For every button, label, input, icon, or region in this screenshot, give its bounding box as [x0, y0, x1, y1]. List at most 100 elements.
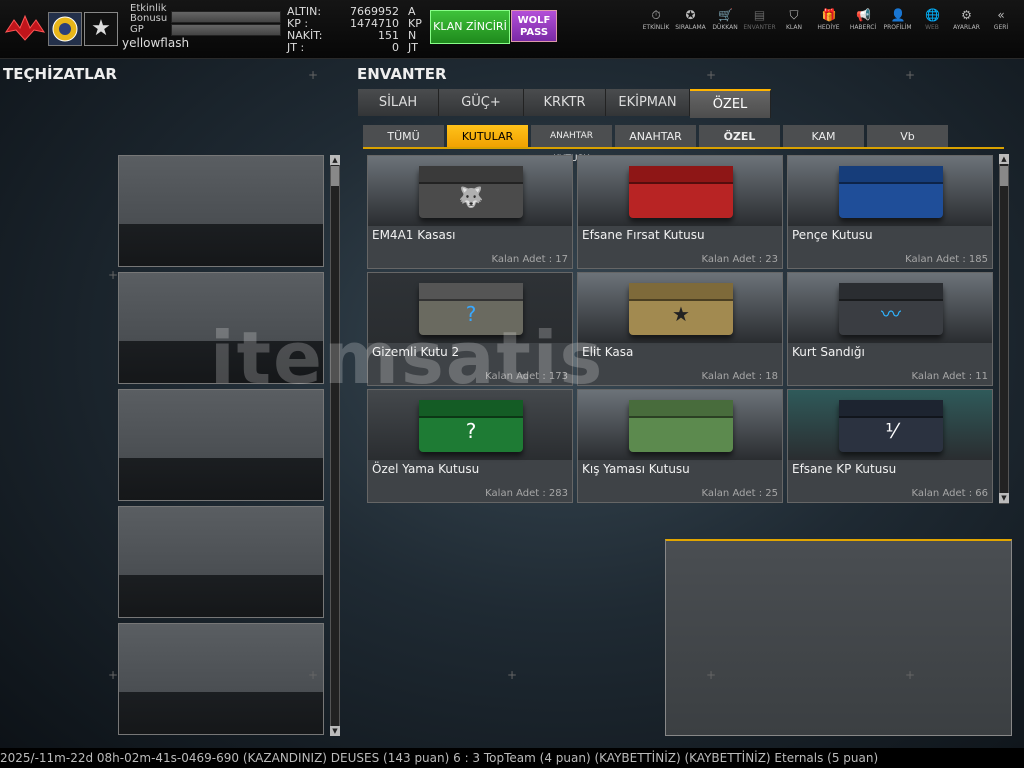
- tab-1[interactable]: GÜÇ+: [439, 89, 524, 116]
- item-count: Kalan Adet : 11: [911, 371, 988, 382]
- item-count: Kalan Adet : 25: [701, 488, 778, 499]
- item-card[interactable]: Kış Yaması Kutusu Kalan Adet : 25: [577, 389, 783, 503]
- nav-label: GERİ: [993, 24, 1009, 31]
- item-image: ★: [578, 273, 782, 343]
- decor-plus: +: [108, 268, 119, 282]
- decor-plus: +: [507, 668, 518, 682]
- nav-shield[interactable]: ⛉ KLAN: [776, 8, 812, 31]
- subtab-4[interactable]: ÖZEL EŞYALAR: [699, 125, 780, 166]
- subtab-0[interactable]: TÜMÜ: [363, 125, 444, 148]
- item-box-icon: [629, 166, 733, 218]
- nav-inventory[interactable]: ▤ ENVANTER: [742, 8, 778, 31]
- decor-plus: +: [905, 68, 916, 82]
- decor-plus: +: [308, 68, 319, 82]
- tab-3[interactable]: EKİPMAN: [606, 89, 690, 116]
- nav-gear[interactable]: ⚙ AYARLAR: [949, 8, 985, 31]
- nav-stopwatch[interactable]: ⏱ ETKİNLİK: [638, 8, 674, 31]
- nav-gift[interactable]: 🎁 HEDİYE: [811, 8, 847, 31]
- nav-label: HABERCİ: [849, 24, 877, 31]
- globe-icon: 🌐: [925, 8, 940, 22]
- currency-row: JT : 0 JT: [287, 42, 419, 54]
- item-count: Kalan Adet : 185: [905, 254, 988, 265]
- clan-star-icon[interactable]: ★: [84, 12, 118, 46]
- item-count: Kalan Adet : 18: [701, 371, 778, 382]
- currency-unit: JT: [408, 41, 418, 54]
- shield-icon: ⛉: [789, 8, 799, 22]
- nav-globe[interactable]: 🌐 WEB: [914, 8, 950, 31]
- inventory-scrollbar[interactable]: [999, 154, 1009, 504]
- nav-label: KLAN: [785, 24, 802, 31]
- rank-emblem-icon[interactable]: [48, 12, 82, 46]
- gp-bar: [171, 24, 281, 36]
- item-image: [788, 156, 992, 226]
- nav-label: ETKİNLİK: [642, 24, 670, 31]
- inventory-scroll-up-icon[interactable]: ▲: [999, 154, 1009, 164]
- item-image: 〰: [788, 273, 992, 343]
- item-count: Kalan Adet : 23: [701, 254, 778, 265]
- item-box-icon: ★: [629, 283, 733, 335]
- nav-label: WEB: [925, 24, 939, 31]
- equipment-slot-3[interactable]: [118, 389, 324, 501]
- subtab-6[interactable]: Vb: [867, 125, 948, 148]
- nav-label: ENVANTER: [743, 24, 776, 31]
- tab-2[interactable]: KRKTR: [524, 89, 606, 116]
- decor-plus: +: [706, 68, 717, 82]
- medal-icon: ✪: [685, 8, 696, 22]
- item-card[interactable]: ★ Elit Kasa Kalan Adet : 18: [577, 272, 783, 386]
- equipment-slot-5[interactable]: [118, 623, 324, 735]
- item-name: Özel Yama Kutusu: [372, 462, 480, 476]
- subtab-1[interactable]: KUTULAR: [447, 125, 528, 148]
- subtab-5[interactable]: KAM: [783, 125, 864, 148]
- nav-megaphone[interactable]: 📢 HABERCİ: [845, 8, 881, 31]
- inventory-scroll-down-icon[interactable]: ▼: [999, 493, 1009, 503]
- nav-label: HEDİYE: [817, 24, 840, 31]
- nav-label: SIRALAMA: [675, 24, 706, 31]
- wolf-pass-button[interactable]: WOLF PASS: [511, 10, 557, 42]
- equipment-slot-1[interactable]: [118, 155, 324, 267]
- decor-plus: +: [706, 668, 717, 682]
- equipment-slot-4[interactable]: [118, 506, 324, 618]
- watermark: itemsatis: [210, 316, 605, 400]
- equipment-title: TEÇHİZATLAR: [3, 65, 117, 83]
- nav-back[interactable]: « GERİ: [983, 8, 1019, 31]
- item-box-icon: ?: [419, 400, 523, 452]
- item-name: Kış Yaması Kutusu: [582, 462, 690, 476]
- item-card[interactable]: Efsane Fırsat Kutusu Kalan Adet : 23: [577, 155, 783, 269]
- item-count: Kalan Adet : 66: [911, 488, 988, 499]
- equipment-scroll-up-icon[interactable]: ▲: [330, 155, 340, 165]
- news-ticker: 2025/-11m-22d 08h-02m-41s-0469-690 (KAZA…: [0, 748, 1024, 768]
- nav-medal[interactable]: ✪ SIRALAMA: [673, 8, 709, 31]
- nav-label: DÜKKAN: [712, 24, 738, 31]
- item-box-icon: 🐺: [419, 166, 523, 218]
- item-card[interactable]: 〰 Kurt Sandığı Kalan Adet : 11: [787, 272, 993, 386]
- equipment-scroll-thumb[interactable]: [331, 166, 339, 186]
- currency-label: JT :: [287, 41, 305, 54]
- player-name: yellowflash: [122, 36, 190, 50]
- stopwatch-icon: ⏱: [651, 8, 661, 22]
- item-image: 🐺: [368, 156, 572, 226]
- equipment-scrollbar[interactable]: [330, 155, 340, 736]
- klan-zinciri-button[interactable]: KLAN ZİNCİRİ: [430, 10, 510, 44]
- item-box-icon: 〰: [839, 283, 943, 335]
- nav-label: PROFİLİM: [883, 24, 912, 31]
- inventory-scroll-thumb[interactable]: [1000, 166, 1008, 186]
- nav-cart[interactable]: 🛒 DÜKKAN: [707, 8, 743, 31]
- tab-4[interactable]: ÖZEL: [690, 89, 771, 118]
- currency-panel: ALTIN: 7669952 A KP :1474710 KP NAKİT: 151 N JT …: [287, 6, 422, 54]
- item-card[interactable]: 🐺 EM4A1 Kasası Kalan Adet : 17: [367, 155, 573, 269]
- item-count: Kalan Adet : 283: [485, 488, 568, 499]
- item-detail-panel: [665, 539, 1012, 736]
- inventory-title: ENVANTER: [357, 65, 447, 83]
- subtab-2[interactable]: ANAHTAR KUTUSU: [531, 125, 612, 164]
- item-card[interactable]: Pençe Kutusu Kalan Adet : 185: [787, 155, 993, 269]
- nav-profile[interactable]: 👤 PROFİLİM: [880, 8, 916, 31]
- item-name: Efsane Fırsat Kutusu: [582, 228, 705, 242]
- item-card[interactable]: ⅟ Efsane KP Kutusu Kalan Adet : 66: [787, 389, 993, 503]
- decor-plus: +: [108, 668, 119, 682]
- item-card[interactable]: ? Özel Yama Kutusu Kalan Adet : 283: [367, 389, 573, 503]
- equipment-scroll-down-icon[interactable]: ▼: [330, 726, 340, 736]
- item-name: Kurt Sandığı: [792, 345, 865, 359]
- tab-0[interactable]: SİLAH: [358, 89, 439, 116]
- subtab-3[interactable]: ANAHTAR: [615, 125, 696, 148]
- megaphone-icon: 📢: [856, 8, 871, 22]
